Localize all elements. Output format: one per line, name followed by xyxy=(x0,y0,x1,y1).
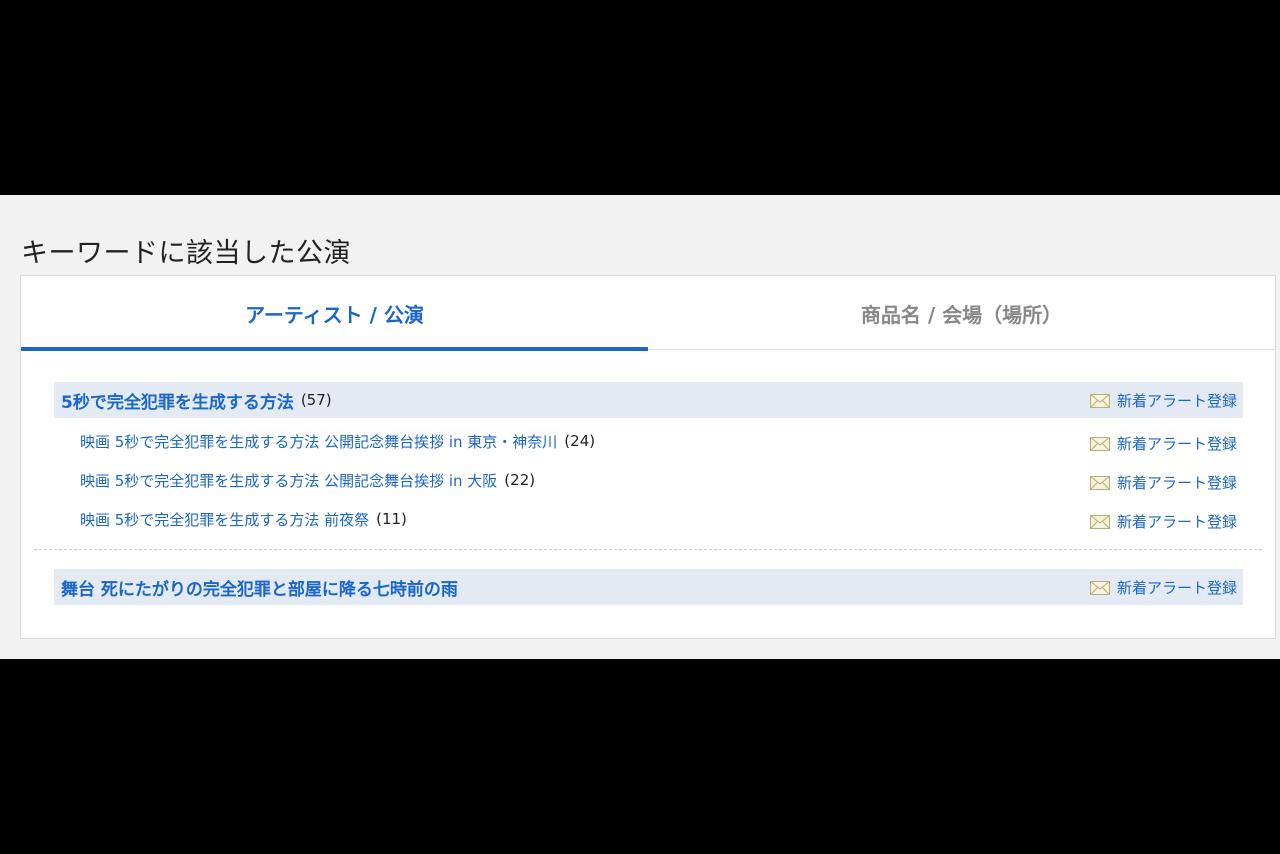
section-title: キーワードに該当した公演 xyxy=(21,238,351,269)
performance-link[interactable]: 映画 5秒で完全犯罪を生成する方法 公開記念舞台挨拶 in 大阪 xyxy=(80,470,497,491)
alert-label: 新着アラート登録 xyxy=(1116,474,1237,492)
mail-icon xyxy=(1089,436,1110,451)
group-count: (57) xyxy=(300,391,332,409)
group-header: 5秒で完全犯罪を生成する方法 (57) xyxy=(54,382,1243,418)
tab-artist-performance[interactable]: アーティスト / 公演 xyxy=(21,276,648,351)
alert-label: 新着アラート登録 xyxy=(1116,435,1237,453)
mail-icon xyxy=(1089,580,1110,595)
group-divider xyxy=(34,549,1262,550)
list-item: 映画 5秒で完全犯罪を生成する方法 公開記念舞台挨拶 in 東京・神奈川 (24… xyxy=(80,429,595,453)
alert-register-link[interactable]: 新着アラート登録 xyxy=(1089,511,1237,532)
performance-count: (22) xyxy=(504,471,536,489)
performance-count: (24) xyxy=(564,432,596,450)
search-results-screen: キーワードに該当した公演 アーティスト / 公演 商品名 / 会場（場所） 5秒… xyxy=(0,195,1280,659)
mail-icon xyxy=(1089,393,1110,408)
alert-register-link[interactable]: 新着アラート登録 xyxy=(1089,433,1237,454)
performance-link[interactable]: 映画 5秒で完全犯罪を生成する方法 前夜祭 xyxy=(80,509,369,530)
list-item: 映画 5秒で完全犯罪を生成する方法 前夜祭 (11) xyxy=(80,507,407,531)
list-item: 映画 5秒で完全犯罪を生成する方法 公開記念舞台挨拶 in 大阪 (22) xyxy=(80,468,535,492)
alert-register-link[interactable]: 新着アラート登録 xyxy=(1089,577,1237,598)
mail-icon xyxy=(1089,514,1110,529)
group-title-link[interactable]: 舞台 死にたがりの完全犯罪と部屋に降る七時前の雨 xyxy=(61,575,458,600)
performance-link[interactable]: 映画 5秒で完全犯罪を生成する方法 公開記念舞台挨拶 in 東京・神奈川 xyxy=(80,431,557,452)
performance-count: (11) xyxy=(376,510,407,528)
alert-label: 新着アラート登録 xyxy=(1116,579,1237,597)
mail-icon xyxy=(1089,475,1110,490)
tab-bar: アーティスト / 公演 商品名 / 会場（場所） xyxy=(21,276,1275,351)
alert-register-link[interactable]: 新着アラート登録 xyxy=(1089,472,1237,493)
alert-label: 新着アラート登録 xyxy=(1116,513,1237,531)
group-header: 舞台 死にたがりの完全犯罪と部屋に降る七時前の雨 xyxy=(54,569,1243,605)
alert-register-link[interactable]: 新着アラート登録 xyxy=(1089,390,1237,411)
alert-label: 新着アラート登録 xyxy=(1116,392,1237,410)
results-panel: アーティスト / 公演 商品名 / 会場（場所） 5秒で完全犯罪を生成する方法 … xyxy=(20,275,1276,639)
tab-product-venue[interactable]: 商品名 / 会場（場所） xyxy=(648,276,1275,350)
group-title-link[interactable]: 5秒で完全犯罪を生成する方法 xyxy=(61,388,294,413)
